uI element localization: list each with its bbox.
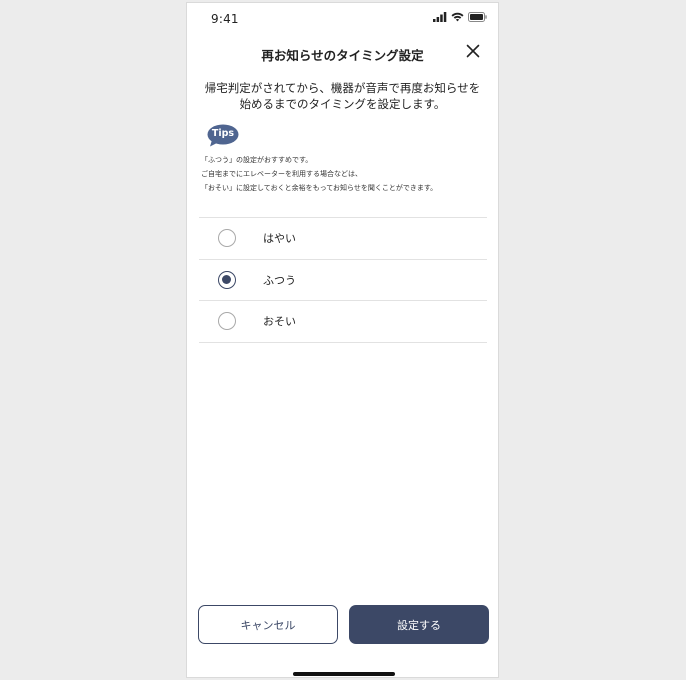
wifi-icon xyxy=(451,12,464,22)
phone-screen: 9:41 再お知らせのタイミング設定 帰宅判定がされてから、機器が音声で再度お知… xyxy=(186,2,499,678)
option-hayai[interactable]: はやい xyxy=(199,218,487,260)
description: 帰宅判定がされてから、機器が音声で再度お知らせを 始めるまでのタイミングを設定し… xyxy=(187,80,498,112)
signal-icon xyxy=(433,12,447,22)
status-bar: 9:41 xyxy=(187,3,498,33)
tips-badge: Tips xyxy=(207,124,239,147)
description-line: 始めるまでのタイミングを設定します。 xyxy=(239,97,446,111)
home-indicator xyxy=(293,672,395,676)
cancel-button[interactable]: キャンセル xyxy=(198,605,338,644)
tips-line: 「おそい」に設定しておくと余裕をもってお知らせを聞くことができます。 xyxy=(201,184,438,192)
tips-text: 「ふつう」の設定がおすすめです。 ご自宅までにエレベーターを利用する場合などは、… xyxy=(201,153,437,195)
header: 再お知らせのタイミング設定 xyxy=(187,37,498,69)
battery-icon xyxy=(468,12,487,22)
close-button[interactable] xyxy=(464,42,482,60)
status-time: 9:41 xyxy=(211,12,239,26)
timing-options: はやい ふつう おそい xyxy=(199,217,487,343)
option-label: はやい xyxy=(263,232,296,246)
radio-button[interactable] xyxy=(218,312,236,331)
tips-line: ご自宅までにエレベーターを利用する場合などは、 xyxy=(201,170,362,178)
close-icon xyxy=(466,44,480,58)
page-title: 再お知らせのタイミング設定 xyxy=(261,48,424,63)
description-line: 帰宅判定がされてから、機器が音声で再度お知らせを xyxy=(204,81,481,95)
submit-button[interactable]: 設定する xyxy=(349,605,489,644)
radio-button-selected[interactable] xyxy=(218,270,236,289)
tips-line: 「ふつう」の設定がおすすめです。 xyxy=(201,156,313,164)
option-osoi[interactable]: おそい xyxy=(199,301,487,343)
status-icons xyxy=(433,12,487,22)
option-futsuu[interactable]: ふつう xyxy=(199,260,487,301)
option-label: ふつう xyxy=(263,273,296,287)
option-label: おそい xyxy=(263,315,296,329)
tips-label: Tips xyxy=(211,128,235,139)
radio-button[interactable] xyxy=(218,229,236,248)
